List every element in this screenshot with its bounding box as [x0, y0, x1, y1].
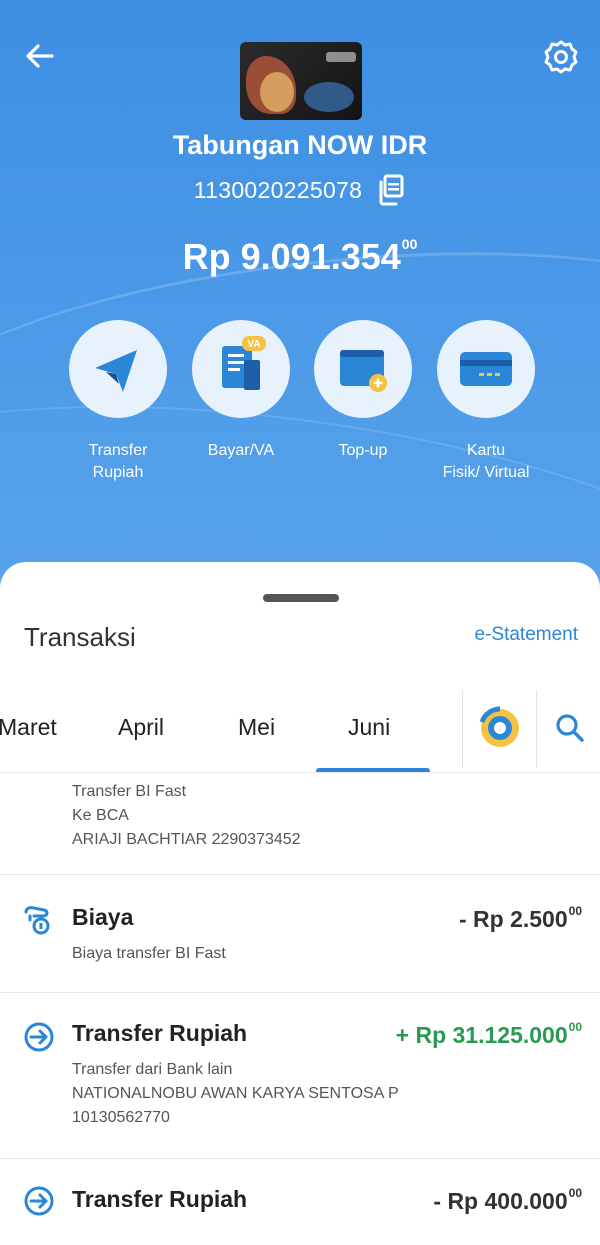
- search-icon: [556, 714, 584, 742]
- transaction-desc: Biaya transfer BI Fast: [72, 942, 226, 966]
- filter-badge-icon: [479, 706, 519, 747]
- filter-button[interactable]: [474, 702, 526, 754]
- divider: [0, 992, 600, 993]
- account-number: 1130020225078: [193, 176, 363, 203]
- card-icon: [460, 352, 512, 386]
- copy-button[interactable]: [376, 174, 406, 206]
- card-image[interactable]: [240, 42, 362, 120]
- transaction-desc-line: NATIONALNOBU AWAN KARYA SENTOSA P: [72, 1085, 399, 1102]
- transaction-title: Transfer Rupiah: [72, 1020, 248, 1046]
- amount-cents: 00: [568, 1186, 582, 1200]
- transaction-amount: - Rp 400.00000: [433, 1186, 582, 1215]
- divider: [0, 874, 600, 875]
- action-circle: [437, 320, 535, 418]
- arrow-left-icon: [26, 44, 54, 68]
- tab-month-maret[interactable]: Maret: [0, 714, 57, 741]
- transaction-desc-line: Transfer dari Bank lain: [72, 1061, 233, 1078]
- tab-month-april[interactable]: April: [118, 714, 164, 741]
- svg-text:VA: VA: [247, 339, 260, 350]
- settings-button[interactable]: [542, 38, 580, 76]
- transaction-amount: + Rp 31.125.00000: [396, 1020, 582, 1049]
- action-bayar-va[interactable]: VA Bayar/VA: [179, 320, 303, 462]
- back-button[interactable]: [22, 38, 58, 74]
- amount-sign: +: [395, 1022, 416, 1048]
- tab-month-mei[interactable]: Mei: [238, 714, 275, 741]
- transaction-desc: Transfer dari Bank lain NATIONALNOBU AWA…: [72, 1058, 399, 1130]
- amount-value: Rp 2.500: [473, 906, 568, 932]
- action-kartu-fisik-virtual[interactable]: Kartu Fisik/ Virtual: [424, 320, 548, 484]
- action-label: Top-up: [338, 442, 388, 459]
- balance-amount: Rp 9.091.354: [182, 236, 401, 277]
- divider: [536, 690, 537, 768]
- action-circle: [314, 320, 412, 418]
- gear-icon: [544, 40, 578, 74]
- transactions-sheet: Transaksi e-Statement Maret April Mei Ju…: [0, 562, 600, 1245]
- transaction-desc-line: Transfer BI Fast: [72, 783, 187, 800]
- amount-sign: -: [433, 1188, 448, 1214]
- transaction-amount: - Rp 2.50000: [459, 904, 582, 933]
- action-circle: VA: [192, 320, 290, 418]
- transactions-title: Transaksi: [24, 622, 136, 652]
- action-label: Bayar/VA: [207, 442, 275, 459]
- balance-cents: 00: [401, 236, 418, 252]
- account-balance: Rp 9.091.35400: [0, 236, 600, 278]
- paper-plane-icon: [95, 350, 137, 392]
- action-label: Transfer Rupiah: [88, 442, 148, 481]
- action-transfer-rupiah[interactable]: Transfer Rupiah: [56, 320, 180, 484]
- amount-cents: 00: [568, 1020, 582, 1034]
- account-name: Tabungan NOW IDR: [172, 130, 428, 160]
- divider: [0, 772, 600, 773]
- action-circle: [69, 320, 167, 418]
- amount-cents: 00: [568, 904, 582, 918]
- action-top-up[interactable]: Top-up: [301, 320, 425, 462]
- transaction-title: Biaya: [72, 904, 134, 930]
- tab-month-juni[interactable]: Juni: [348, 714, 390, 741]
- transaction-desc-line: Ke BCA: [72, 807, 129, 824]
- bill-va-icon: VA: [222, 336, 266, 390]
- month-tabs: Maret April Mei Juni: [0, 686, 460, 772]
- amount-value: Rp 31.125.000: [415, 1022, 568, 1048]
- search-button[interactable]: [552, 708, 588, 748]
- transaction-title: Transfer Rupiah: [72, 1186, 248, 1212]
- amount-sign: -: [458, 906, 474, 932]
- amount-value: Rp 400.000: [447, 1188, 568, 1214]
- transaction-desc-line: ARIAJI BACHTIAR 2290373452: [72, 831, 301, 848]
- transaction-desc-line: Biaya transfer BI Fast: [72, 945, 226, 962]
- e-statement-link[interactable]: e-Statement: [475, 624, 579, 646]
- wallet-plus-icon: [340, 350, 387, 392]
- copy-icon: [379, 174, 404, 206]
- account-header: Tabungan NOW IDR 1130020225078 Rp 9.091.…: [0, 0, 600, 600]
- transaction-desc-line: 10130562770: [72, 1109, 170, 1126]
- sheet-drag-handle[interactable]: [263, 594, 339, 602]
- transfer-in-icon: [24, 1022, 54, 1052]
- fee-coin-icon: [24, 906, 50, 935]
- divider: [462, 690, 463, 768]
- action-label: Kartu Fisik/ Virtual: [442, 442, 530, 481]
- transaction-partial-details[interactable]: Transfer BI Fast Ke BCA ARIAJI BACHTIAR …: [72, 780, 301, 852]
- account-number-row: 1130020225078: [0, 174, 600, 206]
- divider: [0, 1158, 600, 1159]
- transfer-out-icon: [24, 1186, 54, 1216]
